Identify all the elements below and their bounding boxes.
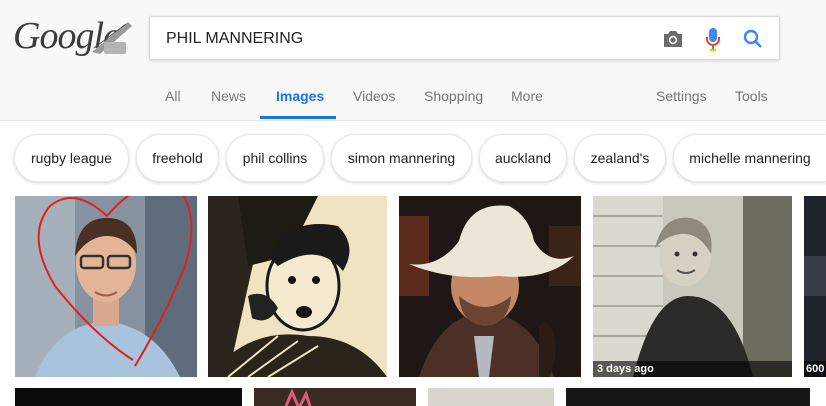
image-result[interactable] [254,388,416,406]
tab-shopping[interactable]: Shopping [424,88,483,104]
search-icon[interactable] [740,26,766,52]
search-header: Google All News Images Videos Shopping M… [0,0,826,121]
tab-videos[interactable]: Videos [353,88,396,104]
image-result[interactable] [15,388,242,406]
chip-freehold[interactable]: freehold [136,134,219,182]
camera-icon[interactable] [660,26,686,52]
quill-doodle-icon [92,22,132,54]
chip-auckland[interactable]: auckland [479,134,567,182]
image-result[interactable] [566,388,810,406]
tab-all[interactable]: All [165,88,181,104]
active-tab-indicator [260,116,336,119]
microphone-icon[interactable] [700,26,726,52]
image-result[interactable] [399,196,581,377]
image-thumbnail [399,196,581,377]
chip-zealands[interactable]: zealand's [574,134,666,182]
image-age-caption: 3 days ago [593,361,792,377]
related-searches: rugby league freehold phil collins simon… [0,134,826,188]
search-input[interactable] [166,30,636,48]
image-thumbnail [208,196,387,377]
image-thumbnail [15,196,197,377]
tab-more[interactable]: More [511,88,543,104]
image-thumbnail [593,196,792,377]
tab-tools[interactable]: Tools [735,88,768,104]
tab-news[interactable]: News [211,88,246,104]
image-result[interactable]: 3 days ago [593,196,792,377]
search-box[interactable] [149,16,780,60]
chip-simon-mannering[interactable]: simon mannering [331,134,472,182]
image-result[interactable]: 600 [804,196,826,377]
chip-phil-collins[interactable]: phil collins [226,134,324,182]
chip-michelle-mannering[interactable]: michelle mannering [673,134,826,182]
image-thumbnail [254,388,416,406]
image-result[interactable] [208,196,387,377]
search-tabs: All News Images Videos Shopping More Set… [0,88,826,120]
tab-images[interactable]: Images [276,88,324,104]
tab-settings[interactable]: Settings [656,88,707,104]
chip-rugby-league[interactable]: rugby league [14,134,129,182]
image-size-caption: 600 [804,361,826,377]
image-result[interactable] [428,388,554,406]
image-thumbnail [804,196,826,377]
image-result[interactable] [15,196,197,377]
